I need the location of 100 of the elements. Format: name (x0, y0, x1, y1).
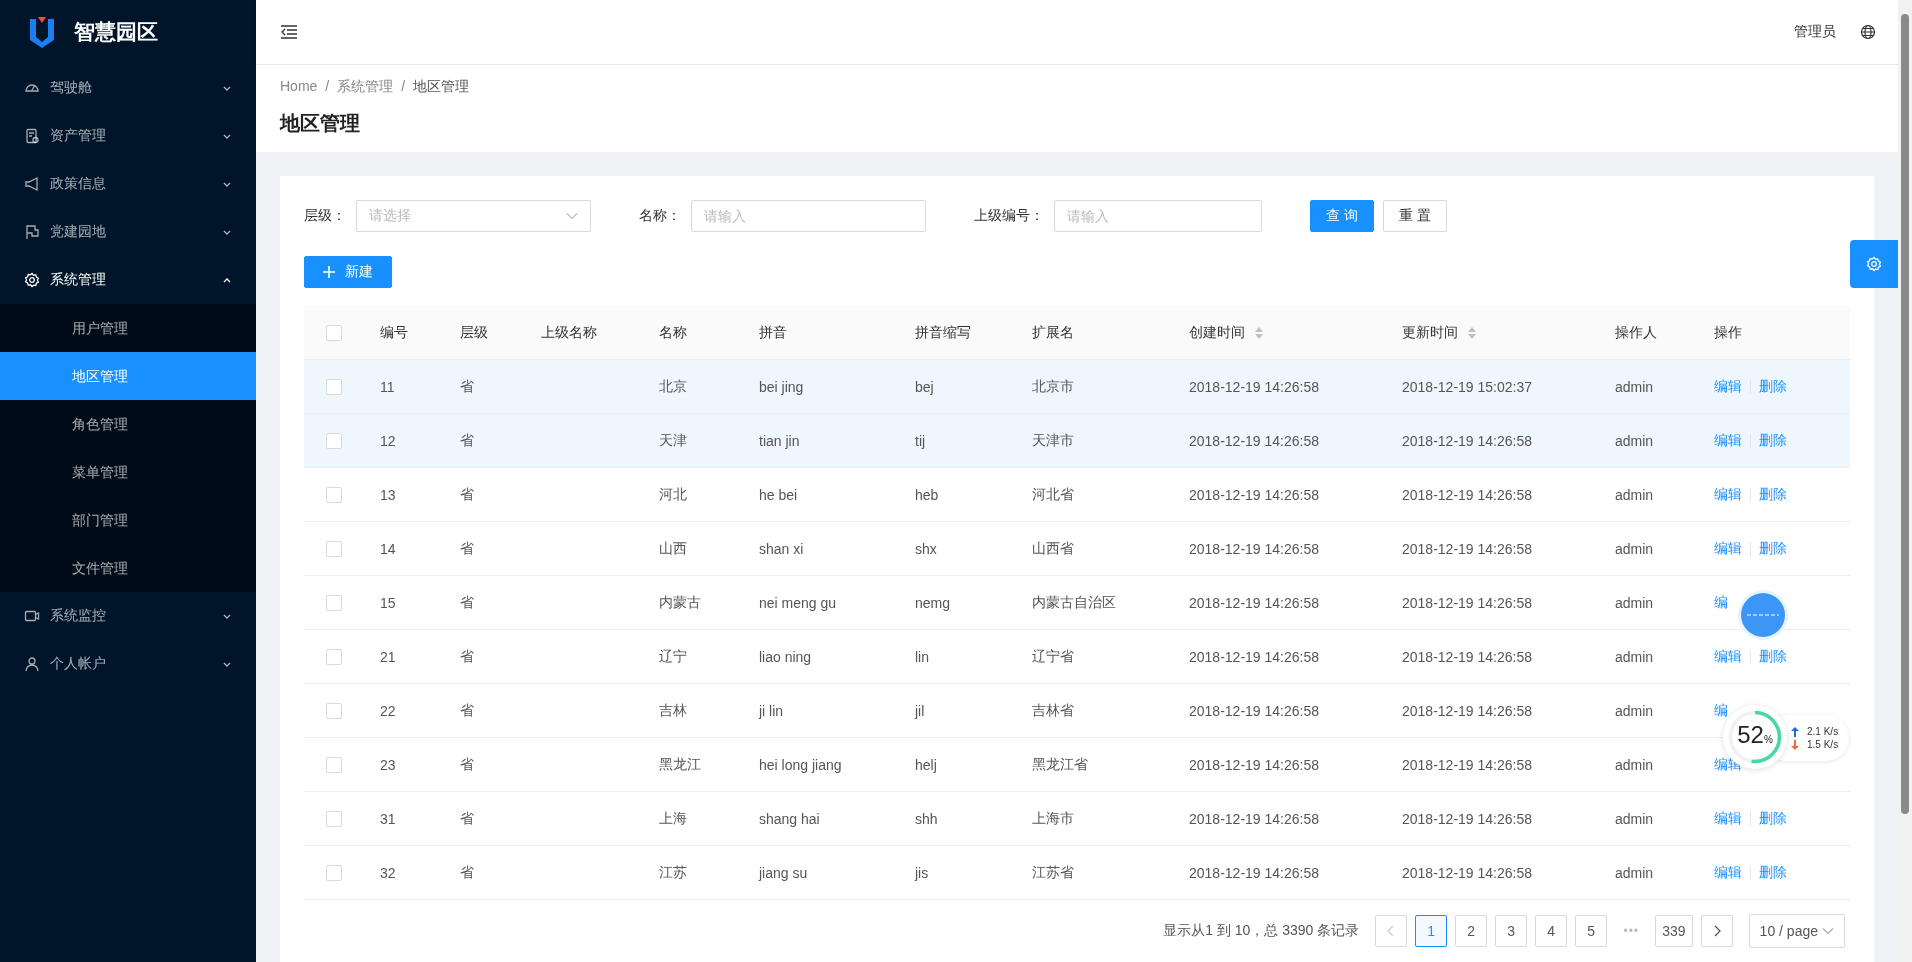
table-cell: tij (915, 432, 926, 449)
page-button[interactable]: 3 (1495, 915, 1528, 947)
checkbox[interactable] (326, 432, 342, 449)
pagination-summary: 显示从1 到 10，总 3390 条记录 (1163, 922, 1360, 940)
scrollbar[interactable] (1898, 0, 1912, 962)
table-cell: 江苏 (659, 863, 687, 882)
table-row[interactable]: 31 省 上海 shang hai shh 上海市 2018-12-19 14:26:58 2018-12-19 14:26:58 admin 编辑 删除 (304, 792, 1850, 846)
table-cell: shang hai (759, 810, 820, 827)
table-cell: 黑龙江 (659, 755, 701, 774)
table-cell: 2018-12-19 14:26:58 (1402, 486, 1532, 503)
column-header: 扩展名 (1032, 323, 1074, 342)
table-cell: 31 (380, 810, 396, 827)
plus-icon (323, 266, 335, 278)
submenu-item[interactable]: 文件管理 (0, 544, 256, 592)
table-cell: 2018-12-19 14:26:58 (1402, 864, 1532, 881)
breadcrumb-separator: / (325, 78, 330, 96)
table-cell: 12 (380, 432, 396, 449)
checkbox[interactable] (326, 702, 342, 719)
checkbox[interactable] (326, 810, 342, 827)
table-cell: 2018-12-19 14:26:58 (1402, 810, 1532, 827)
submenu-item[interactable]: 部门管理 (0, 496, 256, 544)
page-size-select[interactable]: 10 / page (1748, 914, 1845, 948)
breadcrumb-item[interactable]: Home (280, 78, 318, 96)
checkbox[interactable] (326, 756, 342, 773)
table-cell: 22 (380, 702, 396, 719)
filter-label: 上级编号： (974, 207, 1044, 225)
checkbox[interactable] (326, 540, 342, 557)
breadcrumb-item: 地区管理 (413, 78, 470, 96)
table-row[interactable]: 11 省 北京 bei jing bej 北京市 2018-12-19 14:26:58 2018-12-19 15:02:37 admin 编辑 删除 (304, 360, 1850, 414)
input-field[interactable]: 请输入 (1054, 200, 1262, 232)
table-row[interactable]: 12 省 天津 tian jin tij 天津市 2018-12-19 14:26:58 2018-12-19 14:26:58 admin 编辑 删除 (304, 414, 1850, 468)
chevron-left-icon (1387, 925, 1396, 937)
menu-icon[interactable] (280, 24, 298, 40)
column-header: 编号 (380, 323, 408, 342)
next-page-button[interactable] (1700, 915, 1733, 947)
menu-item[interactable]: 资产管理 (0, 112, 256, 160)
table-cell: 内蒙古自治区 (1032, 593, 1116, 612)
menu-item[interactable]: 驾驶舱 (0, 64, 256, 112)
floating-ball-icon[interactable] (1737, 589, 1789, 641)
table-cell: heb (915, 486, 939, 503)
table-cell: 省 (460, 593, 474, 612)
table-cell: 省 (460, 701, 474, 720)
table-cell: 山西 (659, 539, 687, 558)
checkbox[interactable] (326, 486, 342, 503)
column-header: 上级名称 (541, 323, 597, 342)
user-name[interactable]: 管理员 (1794, 23, 1836, 41)
table-cell: 河北省 (1032, 485, 1074, 504)
settings-button[interactable] (1850, 240, 1898, 288)
table-cell: 吉林省 (1032, 701, 1074, 720)
input-field[interactable]: 请输入 (691, 200, 926, 232)
logo-icon (28, 15, 56, 49)
column-header[interactable]: 更新时间 (1402, 323, 1476, 342)
checkbox[interactable] (326, 324, 342, 341)
table-cell: admin (1615, 702, 1654, 719)
table-row[interactable]: 32 省 江苏 jiang su jis 江苏省 2018-12-19 14:26:58 2018-12-19 14:26:58 admin 编辑 删除 (304, 846, 1850, 900)
table-cell: 省 (460, 431, 474, 450)
menu-item[interactable]: 系统管理 (0, 256, 256, 304)
checkbox[interactable] (326, 594, 342, 611)
submenu-item[interactable]: 菜单管理 (0, 448, 256, 496)
column-header: 名称 (659, 323, 687, 342)
filter-label: 名称： (639, 207, 681, 225)
reset-button[interactable]: 重 置 (1382, 200, 1447, 232)
menu-icon (24, 608, 40, 624)
page-button[interactable]: 339 (1655, 915, 1693, 947)
table-cell: admin (1615, 594, 1654, 611)
previous-page-button[interactable] (1375, 915, 1408, 947)
menu-item[interactable]: 个人帐户 (0, 640, 256, 688)
download-arrow-icon (1791, 739, 1799, 750)
table-cell: 省 (460, 755, 474, 774)
menu-item[interactable]: 党建园地 (0, 208, 256, 256)
submenu-item[interactable]: 用户管理 (0, 304, 256, 352)
table-cell: liao ning (759, 648, 812, 665)
page-button[interactable]: 5 (1575, 915, 1608, 947)
table-cell: 15 (380, 594, 396, 611)
table-cell: 内蒙古 (659, 593, 701, 612)
column-header[interactable]: 创建时间 (1189, 323, 1263, 342)
globe-icon[interactable] (1860, 24, 1876, 40)
sort-icon[interactable] (1255, 326, 1263, 339)
table-cell: admin (1615, 756, 1654, 773)
table-cell: 省 (460, 863, 474, 882)
table-row[interactable]: 13 省 河北 he bei heb 河北省 2018-12-19 14:26:58 2018-12-19 14:26:58 admin 编辑 删除 (304, 468, 1850, 522)
column-header: 拼音缩写 (915, 323, 971, 342)
checkbox[interactable] (326, 648, 342, 665)
table-cell: 13 (380, 486, 396, 503)
page-button[interactable]: 2 (1455, 915, 1488, 947)
page-button[interactable]: 4 (1535, 915, 1568, 947)
table-cell: 2018-12-19 14:26:58 (1189, 648, 1319, 665)
checkbox[interactable] (326, 378, 342, 395)
chevron-right-icon (1712, 925, 1721, 937)
menu-item[interactable]: 政策信息 (0, 160, 256, 208)
menu-item[interactable]: 系统监控 (0, 592, 256, 640)
table-cell: 省 (460, 485, 474, 504)
breadcrumb-item[interactable]: 系统管理 (337, 78, 394, 96)
table-row[interactable]: 14 省 山西 shan xi shx 山西省 2018-12-19 14:26:58 2018-12-19 14:26:58 admin 编辑 删除 (304, 522, 1850, 576)
submenu-item[interactable]: 角色管理 (0, 400, 256, 448)
table-cell: jil (915, 702, 925, 719)
checkbox[interactable] (326, 864, 342, 881)
table-cell: shx (915, 540, 937, 557)
table-cell: 21 (380, 648, 396, 665)
sort-icon[interactable] (1468, 326, 1476, 339)
